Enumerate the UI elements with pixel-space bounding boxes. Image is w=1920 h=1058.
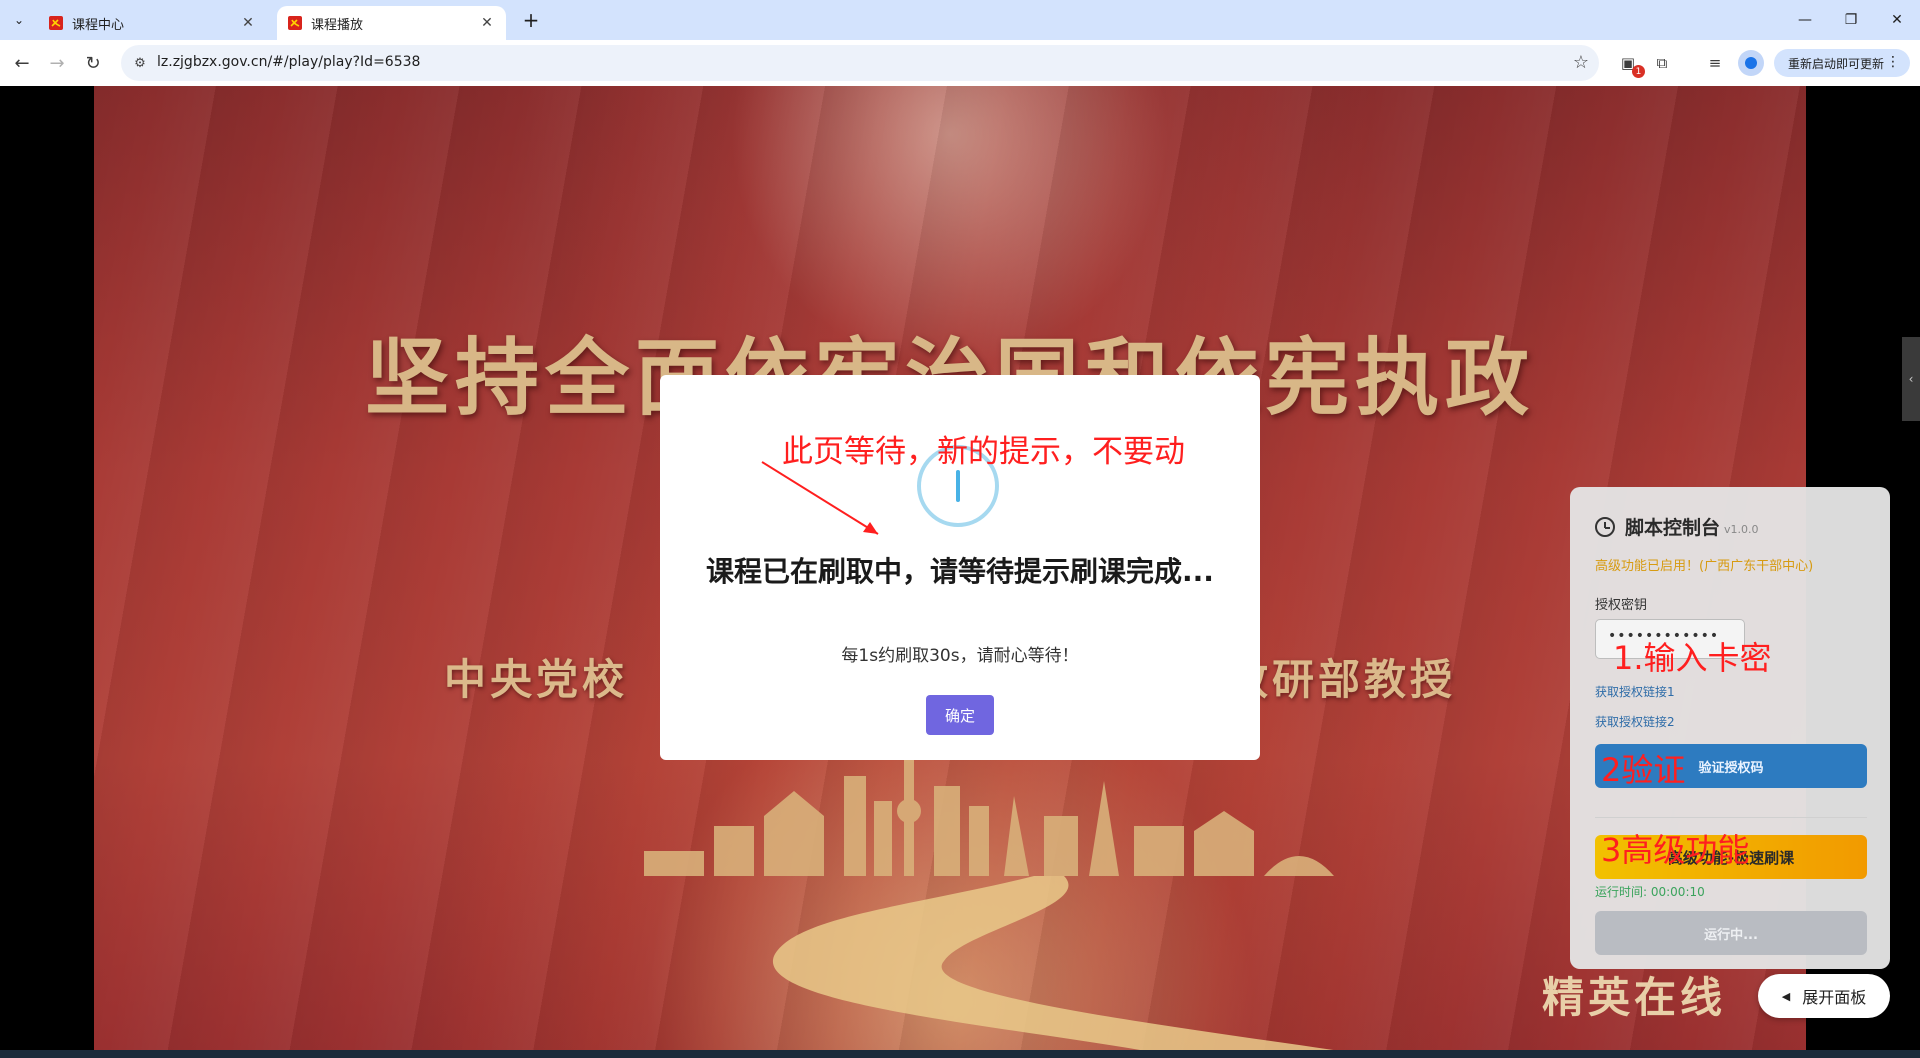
annotation-step1: 1.输入卡密 <box>1613 639 1772 677</box>
golden-road-graphic <box>772 876 1334 1050</box>
panel-header: 脚本控制台 v1.0.0 <box>1595 513 1759 540</box>
bookmark-star-icon[interactable]: ☆ <box>1573 52 1589 73</box>
confirm-button[interactable]: 确定 <box>926 695 994 735</box>
dialog-message: 每1s约刷取30s，请耐心等待！ <box>841 646 1079 666</box>
tab-close-icon[interactable]: ✕ <box>239 15 257 31</box>
tab-course-play[interactable]: 课程播放 ✕ <box>277 6 506 40</box>
dialog-title: 课程已在刷取中，请等待提示刷课完成... <box>706 555 1214 588</box>
party-emblem-icon <box>287 15 303 31</box>
verify-label: 验证授权码 <box>1698 760 1764 776</box>
update-label: 重新启动即可更新 <box>1788 56 1885 71</box>
media-playlist-icon[interactable]: ≡ <box>1703 51 1727 75</box>
video-brand-text: 精英在线 <box>1541 973 1726 1022</box>
new-tab-plus-icon[interactable]: + <box>518 8 544 32</box>
panel-version: v1.0.0 <box>1724 523 1759 536</box>
runtime-display: 运行时间: 00:00:10 <box>1595 885 1705 899</box>
script-control-panel: 脚本控制台 v1.0.0 高级功能已启用！(广西广东干部中心) 授权密钥 •••… <box>1570 487 1890 969</box>
reload-icon[interactable]: ↻ <box>79 49 107 77</box>
city-skyline-graphic <box>644 756 1334 876</box>
forward-arrow-icon[interactable]: → <box>43 49 71 77</box>
profile-avatar[interactable] <box>1738 50 1764 76</box>
update-restart-button[interactable]: 重新启动即可更新 ⋮ <box>1774 49 1910 77</box>
close-window-icon[interactable]: ✕ <box>1874 0 1920 40</box>
menu-dots-icon[interactable]: ⋮ <box>1886 54 1900 70</box>
os-taskbar <box>0 1050 1920 1058</box>
auth-link-1[interactable]: 获取授权链接1 <box>1595 683 1675 700</box>
browser-toolbar: ← → ↻ ⚙ lz.zjgbzx.gov.cn/#/play/play?Id=… <box>0 40 1920 86</box>
minimize-icon[interactable]: — <box>1782 0 1828 40</box>
annotation-step2: 2验证 <box>1601 751 1686 789</box>
running-status-button[interactable]: 运行中... <box>1595 911 1867 955</box>
back-arrow-icon[interactable]: ← <box>8 49 36 77</box>
annotation-arrow-icon <box>761 461 879 535</box>
party-emblem-icon <box>48 15 64 31</box>
tab-strip: ⌄ 课程中心 ✕ 课程播放 ✕ + — ❐ ✕ <box>0 0 1920 40</box>
auth-link-2[interactable]: 获取授权链接2 <box>1595 713 1675 730</box>
puzzle-extensions-icon[interactable]: ⧉ <box>1650 51 1674 75</box>
side-collapse-handle[interactable]: ‹ <box>1902 337 1920 421</box>
caret-left-icon: ◀ <box>1781 989 1791 1003</box>
tab-title: 课程中心 <box>72 17 125 33</box>
running-label: 运行中... <box>1704 927 1758 943</box>
expand-panel-button[interactable]: ◀ 展开面板 <box>1758 974 1890 1018</box>
extension-manager-icon[interactable]: ▣ 1 <box>1616 51 1645 78</box>
clock-icon <box>1595 516 1615 537</box>
restore-icon[interactable]: ❐ <box>1828 0 1874 40</box>
site-info-icon[interactable]: ⚙ <box>129 52 151 74</box>
expand-panel-label: 展开面板 <box>1802 988 1867 1007</box>
tab-close-icon[interactable]: ✕ <box>478 15 496 31</box>
address-bar[interactable]: ⚙ lz.zjgbzx.gov.cn/#/play/play?Id=6538 ☆ <box>121 45 1599 81</box>
tab-title: 课程播放 <box>311 17 364 33</box>
tab-search-chevron-icon[interactable]: ⌄ <box>6 8 32 32</box>
panel-divider <box>1595 817 1867 818</box>
advanced-enabled-note: 高级功能已启用！(广西广东干部中心) <box>1595 559 1814 574</box>
panel-title: 脚本控制台 <box>1625 517 1721 539</box>
annotation-step3: 3高级功能 <box>1601 831 1750 869</box>
tab-course-center[interactable]: 课程中心 ✕ <box>38 6 267 40</box>
extension-badge: 1 <box>1632 65 1645 78</box>
url-text[interactable]: lz.zjgbzx.gov.cn/#/play/play?Id=6538 <box>157 54 420 70</box>
auth-key-label: 授权密钥 <box>1595 598 1648 613</box>
